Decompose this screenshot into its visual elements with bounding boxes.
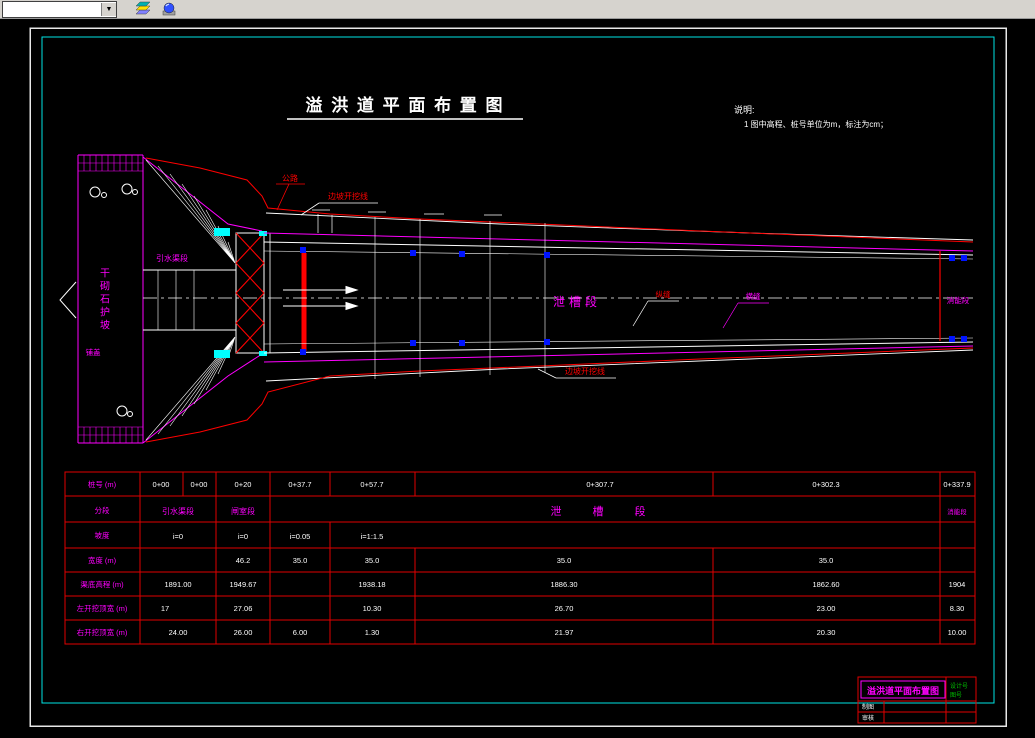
design-no-label: 设计号 bbox=[950, 682, 968, 690]
width-cell: 35.0 bbox=[819, 556, 834, 565]
right-width-cell: 24.00 bbox=[169, 628, 188, 637]
application-window: 溢 洪 道 平 面 布 置 图 说明: 1 图中高程、桩号单位为m，标注为cm；… bbox=[0, 0, 1035, 738]
left-width-cell: 10.30 bbox=[363, 604, 382, 613]
dry-masonry-label: 干砌石护坡 bbox=[98, 268, 110, 333]
slope-cell: i=1:1.5 bbox=[361, 532, 384, 541]
left-width-cell: 17 bbox=[161, 604, 169, 613]
width-cell: 35.0 bbox=[293, 556, 308, 565]
segment-cell: 消能段 bbox=[947, 507, 967, 516]
station-cell: 0+37.7 bbox=[288, 480, 311, 489]
row-label-slope: 坡度 bbox=[95, 530, 110, 540]
elevation-cell: 1886.30 bbox=[550, 580, 577, 589]
title-block-name: 溢洪道平面布置图 bbox=[867, 685, 939, 696]
command-combobox[interactable]: ▼ bbox=[2, 0, 117, 18]
station-cell: 0+00 bbox=[153, 480, 170, 489]
intake-segment-label: 引水渠段 bbox=[156, 253, 188, 263]
left-width-cell: 27.06 bbox=[234, 604, 253, 613]
elevation-cell: 1862.60 bbox=[812, 580, 839, 589]
combo-dropdown-arrow-icon[interactable]: ▼ bbox=[101, 2, 116, 16]
gate-pier-top bbox=[214, 228, 230, 236]
row-label-elevation: 渠底高程 (m) bbox=[80, 579, 124, 589]
elevation-cell: 1938.18 bbox=[358, 580, 385, 589]
elevation-cell: 1949.67 bbox=[229, 580, 256, 589]
apron-label: 铺盖 bbox=[86, 347, 101, 357]
layers-icon[interactable] bbox=[133, 1, 153, 17]
elevation-cell: 1891.00 bbox=[164, 580, 191, 589]
drawing-no-label: 图号 bbox=[950, 692, 962, 699]
segment-cell: 闸室段 bbox=[231, 506, 255, 516]
station-cell: 0+337.9 bbox=[943, 480, 970, 489]
right-width-cell: 6.00 bbox=[293, 628, 308, 637]
slope-cell: i=0 bbox=[173, 532, 183, 541]
segment-cell: 引水渠段 bbox=[162, 506, 194, 516]
elevation-cell: 1904 bbox=[949, 580, 966, 589]
render-icon[interactable] bbox=[159, 1, 179, 17]
station-cell: 0+00 bbox=[191, 480, 208, 489]
reviewer-label: 审核 bbox=[862, 714, 874, 722]
station-cell: 0+307.7 bbox=[586, 480, 613, 489]
right-width-cell: 10.00 bbox=[948, 628, 967, 637]
slope-excavation-label-bottom: 边坡开挖线 bbox=[565, 366, 605, 376]
left-width-cell: 26.70 bbox=[555, 604, 574, 613]
notes-heading: 说明: bbox=[734, 104, 755, 115]
segment-cell: 泄 槽 段 bbox=[550, 504, 659, 518]
gate-seat-bottom bbox=[259, 351, 267, 356]
slope-cell: i=0 bbox=[238, 532, 248, 541]
drafter-label: 制图 bbox=[862, 703, 874, 711]
row-label-station: 桩号 (m) bbox=[88, 479, 117, 489]
gate-pier-bottom bbox=[214, 350, 230, 358]
left-width-cell: 23.00 bbox=[817, 604, 836, 613]
energy-segment-label: 消能段 bbox=[947, 295, 970, 305]
chute-segment-label: 泄槽段 bbox=[553, 294, 601, 309]
slope-excavation-label-top: 边坡开挖线 bbox=[328, 191, 368, 201]
row-label-segment: 分段 bbox=[95, 505, 110, 515]
slope-cell: i=0.05 bbox=[290, 532, 311, 541]
right-width-cell: 21.97 bbox=[555, 628, 574, 637]
row-label-right-width: 右开挖顶宽 (m) bbox=[77, 627, 128, 637]
right-width-cell: 20.30 bbox=[817, 628, 836, 637]
width-cell: 35.0 bbox=[365, 556, 380, 565]
render-icon-glyph bbox=[162, 2, 176, 16]
right-width-cell: 1.30 bbox=[365, 628, 380, 637]
road-label: 公路 bbox=[282, 173, 298, 183]
left-width-cell: 8.30 bbox=[950, 604, 965, 613]
station-cell: 0+57.7 bbox=[360, 480, 383, 489]
drawing-title: 溢 洪 道 平 面 布 置 图 bbox=[305, 95, 504, 115]
station-cell: 0+302.3 bbox=[812, 480, 839, 489]
top-toolbar: ▼ bbox=[0, 0, 1035, 19]
row-label-width: 宽度 (m) bbox=[88, 555, 117, 565]
width-cell: 46.2 bbox=[236, 556, 251, 565]
row-label-left-width: 左开挖顶宽 (m) bbox=[77, 603, 128, 613]
right-width-cell: 26.00 bbox=[234, 628, 253, 637]
longitudinal-joint-label: 纵缝 bbox=[656, 289, 671, 299]
notes-item: 1 图中高程、桩号单位为m，标注为cm； bbox=[744, 119, 888, 129]
station-cell: 0+20 bbox=[235, 480, 252, 489]
layers-icon-glyph bbox=[135, 1, 151, 15]
transverse-joint-label: 横缝 bbox=[746, 291, 761, 301]
cad-canvas[interactable]: 溢 洪 道 平 面 布 置 图 说明: 1 图中高程、桩号单位为m，标注为cm；… bbox=[0, 0, 1035, 738]
width-cell: 35.0 bbox=[557, 556, 572, 565]
